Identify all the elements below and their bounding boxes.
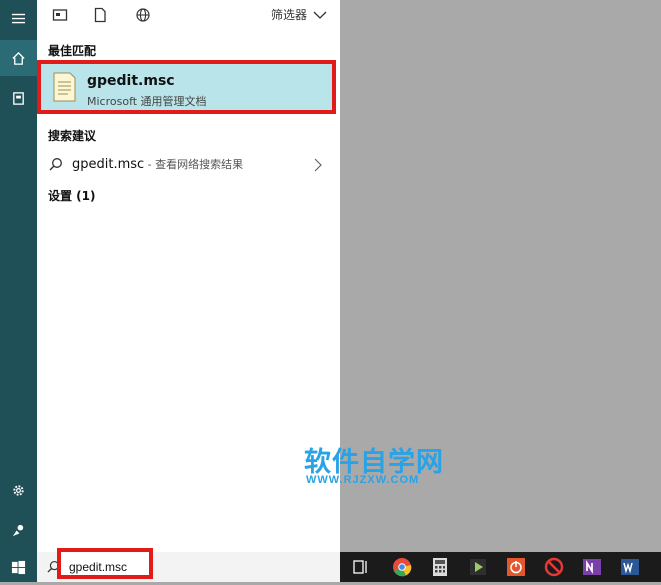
media-player-icon[interactable] <box>468 557 488 577</box>
home-icon <box>12 51 25 65</box>
start-menu-rail <box>0 0 37 582</box>
task-view-icon[interactable] <box>350 557 370 577</box>
feedback-icon <box>12 524 24 536</box>
best-match-subtitle: Microsoft 通用管理文档 <box>87 95 207 108</box>
chevron-right-icon <box>314 158 322 172</box>
home-button[interactable] <box>0 40 37 76</box>
best-match-heading: 最佳匹配 <box>48 44 97 58</box>
best-match-title: gpedit.msc <box>87 73 175 89</box>
search-suggestions-heading: 搜索建议 <box>48 129 97 143</box>
chevron-down-icon <box>313 11 327 19</box>
feedback-button[interactable] <box>0 512 37 548</box>
settings-button[interactable] <box>0 472 37 508</box>
app-shutdown-icon[interactable] <box>506 557 526 577</box>
web-filter-icon[interactable] <box>135 7 151 23</box>
web-search-suggestion[interactable]: gpedit.msc - 查看网络搜索结果 <box>37 152 340 178</box>
calculator-icon[interactable] <box>430 557 450 577</box>
suggestion-action: - 查看网络搜索结果 <box>144 158 244 171</box>
watermark-url: WWW.RJZXW.COM <box>306 474 420 486</box>
onenote-icon[interactable] <box>582 557 602 577</box>
results-toolbar: 筛选器 <box>37 0 340 30</box>
best-match-result[interactable]: gpedit.msc Microsoft 通用管理文档 <box>37 60 336 114</box>
search-input[interactable]: gpedit.msc <box>57 548 153 579</box>
filter-dropdown[interactable]: 筛选器 <box>271 6 327 23</box>
word-icon[interactable] <box>620 557 640 577</box>
search-icon <box>49 158 62 171</box>
document-icon <box>53 72 76 102</box>
documents-filter-icon[interactable] <box>92 7 108 23</box>
gear-icon <box>13 484 24 496</box>
suggestion-query: gpedit.msc <box>72 157 145 172</box>
apps-filter-icon[interactable] <box>52 7 68 23</box>
hamburger-icon <box>11 13 26 23</box>
start-button[interactable] <box>0 549 37 585</box>
settings-section-heading[interactable]: 设置 (1) <box>48 187 96 204</box>
notebook-button[interactable] <box>0 80 37 116</box>
prohibited-icon[interactable] <box>544 557 564 577</box>
filter-label: 筛选器 <box>271 8 308 22</box>
chrome-icon[interactable] <box>392 557 412 577</box>
notebook-icon <box>13 91 24 105</box>
windows-logo-icon <box>11 560 26 574</box>
taskbar <box>340 552 661 582</box>
search-results-panel: 筛选器 最佳匹配 gpedit.msc Microsoft 通用管理文档 搜索建… <box>37 0 340 552</box>
hamburger-menu-button[interactable] <box>0 0 37 36</box>
